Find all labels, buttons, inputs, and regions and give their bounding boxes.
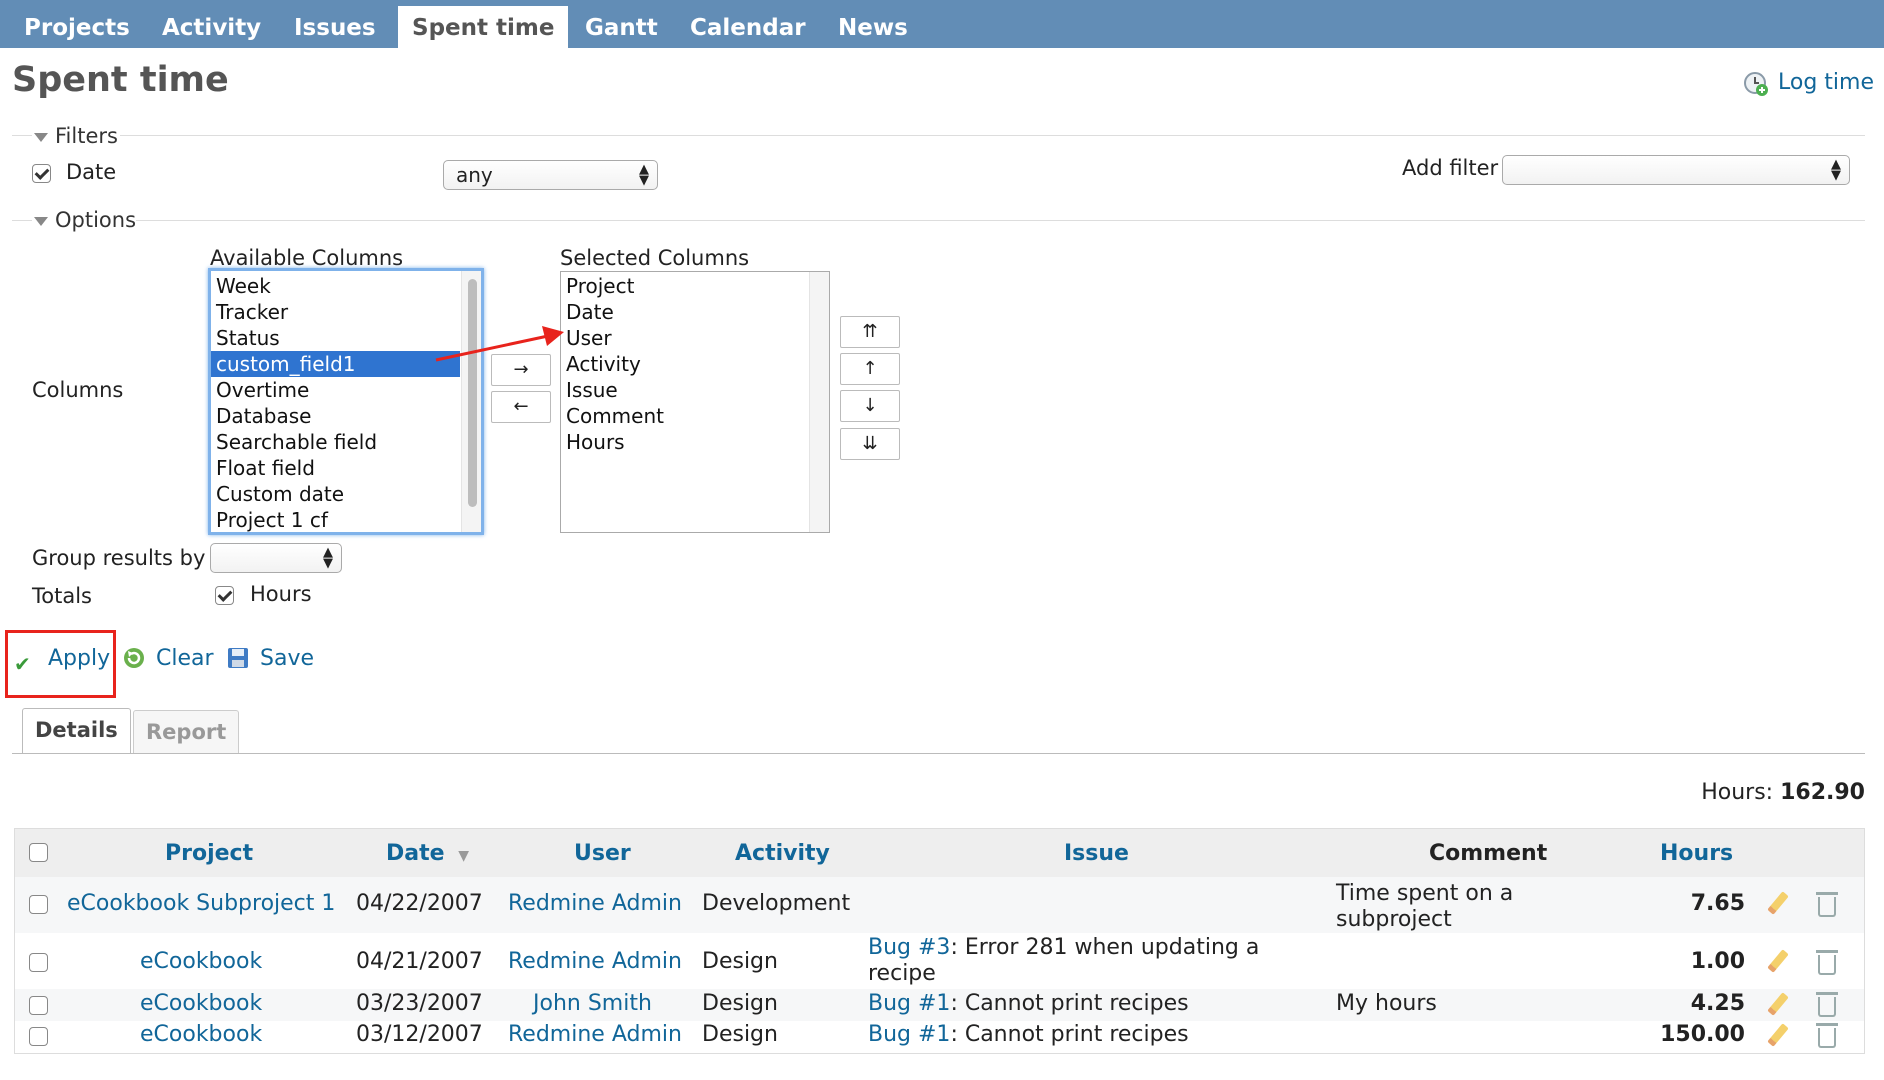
row-project-link[interactable]: eCookbook xyxy=(140,949,262,974)
tabs-underline xyxy=(12,753,1865,754)
row-date: 03/12/2007 xyxy=(356,1022,483,1047)
row-hours: 150.00 xyxy=(1660,1022,1745,1047)
row-project-link[interactable]: eCookbook Subproject 1 xyxy=(67,891,335,916)
table-header: Project Date ▼ User Activity Issue Comme… xyxy=(15,829,1864,877)
row-date: 04/21/2007 xyxy=(356,949,483,974)
row-date: 03/23/2007 xyxy=(356,991,483,1016)
row-comment: My hours xyxy=(1336,991,1437,1016)
column-header-date[interactable]: Date ▼ xyxy=(386,841,469,866)
total-hours-label: Hours: xyxy=(1701,780,1774,805)
edit-pencil-icon[interactable] xyxy=(1767,1023,1789,1047)
row-issue-link[interactable]: Bug #1 xyxy=(868,1022,950,1047)
sort-desc-icon: ▼ xyxy=(458,848,469,864)
totals-label: Totals xyxy=(32,584,92,608)
row-comment: Time spent on a subproject xyxy=(1336,881,1514,932)
row-user-link[interactable]: Redmine Admin xyxy=(508,891,682,916)
row-activity: Design xyxy=(702,949,778,974)
row-hours: 7.65 xyxy=(1690,891,1745,916)
tab-details[interactable]: Details xyxy=(22,708,131,754)
apply-button[interactable]: Apply xyxy=(48,646,110,671)
column-header-issue[interactable]: Issue xyxy=(1064,841,1129,866)
row-hours: 1.00 xyxy=(1690,949,1745,974)
tab-report[interactable]: Report xyxy=(133,710,240,754)
select-all-checkbox[interactable] xyxy=(29,843,48,862)
column-header-comment: Comment xyxy=(1429,841,1548,866)
row-checkbox[interactable] xyxy=(29,996,48,1015)
row-project-link[interactable]: eCookbook xyxy=(140,1022,262,1047)
row-checkbox[interactable] xyxy=(29,1027,48,1046)
delete-trash-icon[interactable] xyxy=(1816,1023,1838,1048)
totals-hours-label: Hours xyxy=(250,582,312,606)
table-row: eCookbook 03/23/2007 John Smith Design B… xyxy=(15,989,1864,1021)
edit-pencil-icon[interactable] xyxy=(1767,992,1789,1016)
total-hours: Hours: 162.90 xyxy=(1701,780,1865,805)
column-header-user[interactable]: User xyxy=(574,841,631,866)
delete-trash-icon[interactable] xyxy=(1816,892,1838,917)
row-hours: 4.25 xyxy=(1690,991,1745,1016)
row-activity: Development xyxy=(702,891,851,916)
delete-trash-icon[interactable] xyxy=(1816,992,1838,1017)
delete-trash-icon[interactable] xyxy=(1816,950,1838,975)
reload-icon xyxy=(122,646,146,670)
group-by-label: Group results by xyxy=(32,546,206,570)
row-user-link[interactable]: John Smith xyxy=(533,991,652,1016)
totals-hours-checkbox[interactable] xyxy=(215,586,234,605)
row-issue: Bug #1: Cannot print recipes xyxy=(868,1022,1189,1047)
edit-pencil-icon[interactable] xyxy=(1767,949,1789,973)
row-activity: Design xyxy=(702,1022,778,1047)
row-issue-link[interactable]: Bug #3 xyxy=(868,935,950,960)
checkmark-icon: ✔ xyxy=(14,652,31,676)
column-header-date-label: Date xyxy=(386,841,445,866)
select-arrows-icon: ▲ ▼ xyxy=(323,545,333,571)
table-row: eCookbook 03/12/2007 Redmine Admin Desig… xyxy=(15,1021,1864,1053)
group-by-select[interactable]: ▲ ▼ xyxy=(210,543,342,573)
column-header-project[interactable]: Project xyxy=(165,841,253,866)
row-issue-subject: : Cannot print recipes xyxy=(950,1022,1189,1047)
row-checkbox[interactable] xyxy=(29,895,48,914)
row-issue-link[interactable]: Bug #1 xyxy=(868,991,950,1016)
row-date: 04/22/2007 xyxy=(356,891,483,916)
table-row: eCookbook 04/21/2007 Redmine Admin Desig… xyxy=(15,933,1864,989)
row-checkbox[interactable] xyxy=(29,953,48,972)
row-user-link[interactable]: Redmine Admin xyxy=(508,949,682,974)
save-button[interactable]: Save xyxy=(260,646,314,671)
edit-pencil-icon[interactable] xyxy=(1767,891,1789,915)
table-row: eCookbook Subproject 1 04/22/2007 Redmin… xyxy=(15,877,1864,933)
row-issue-subject: : Cannot print recipes xyxy=(950,991,1189,1016)
row-user-link[interactable]: Redmine Admin xyxy=(508,1022,682,1047)
time-entries-table: Project Date ▼ User Activity Issue Comme… xyxy=(14,828,1865,1054)
save-icon xyxy=(226,646,250,670)
row-activity: Design xyxy=(702,991,778,1016)
row-project-link[interactable]: eCookbook xyxy=(140,991,262,1016)
row-issue: Bug #1: Cannot print recipes xyxy=(868,991,1189,1016)
total-hours-value: 162.90 xyxy=(1780,780,1865,805)
column-header-activity[interactable]: Activity xyxy=(735,841,830,866)
column-header-hours[interactable]: Hours xyxy=(1660,841,1733,866)
clear-button[interactable]: Clear xyxy=(156,646,214,671)
row-issue: Bug #3: Error 281 when updating a recipe xyxy=(868,935,1288,987)
